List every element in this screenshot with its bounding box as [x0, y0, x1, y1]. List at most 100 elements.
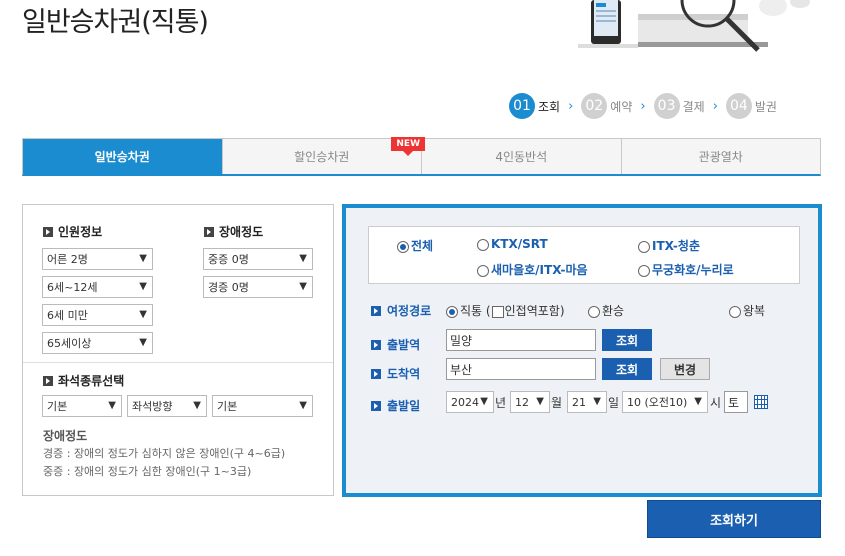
chevron-down-icon: ▼ — [139, 253, 147, 264]
arrival-label-text: 도착역 — [387, 367, 421, 381]
bullet-icon — [43, 226, 53, 237]
step-label: 조회 — [538, 99, 561, 114]
bullet-icon — [43, 375, 53, 386]
severe-disability-select[interactable]: 중증 0명 ▼ — [203, 248, 313, 270]
train-type-saemaeul-option[interactable]: 새마을호/ITX-마음 — [477, 261, 588, 278]
radio-icon[interactable] — [638, 240, 650, 253]
disability-heading-label: 장애정도 — [219, 225, 264, 239]
train-type-itx-chungchun-option[interactable]: ITX-청춘 — [638, 237, 700, 254]
option-label: 새마을호/ITX-마음 — [491, 263, 588, 277]
route-transfer-option[interactable]: 환승 — [588, 302, 624, 319]
tab-general-ticket[interactable]: 일반승차권 — [23, 139, 223, 174]
passenger-heading-label: 인원정보 — [58, 225, 103, 239]
hour-select[interactable]: 10 (오전10) ▼ — [622, 391, 708, 413]
chevron-down-icon: ▼ — [694, 396, 702, 407]
calendar-icon[interactable] — [754, 395, 768, 409]
step-number: 03 — [653, 93, 680, 119]
radio-icon[interactable] — [477, 264, 489, 277]
select-value: 기본 — [47, 400, 68, 413]
disability-note-mild: 경증 : 장애의 정도가 심하지 않은 장애인(구 4~6급) — [43, 447, 286, 460]
seat-heading-label: 좌석종류선택 — [58, 374, 125, 388]
chevron-down-icon: ▼ — [536, 396, 544, 407]
train-type-all-option[interactable]: 전체 — [397, 237, 433, 254]
select-value: 65세이상 — [47, 337, 92, 350]
tab-label: 할인승차권 — [294, 150, 350, 164]
route-direct-option[interactable]: 직통 (인접역포함) — [446, 302, 565, 319]
search-panel: 전체 KTX/SRT ITX-청춘 새마을호/ITX-마음 무궁화호/누리로 여… — [342, 204, 822, 497]
seat-option-select[interactable]: 기본 ▼ — [212, 395, 313, 417]
departure-label-text: 출발역 — [387, 338, 421, 352]
select-value: 좌석방향 — [132, 400, 173, 413]
radio-selected-icon[interactable] — [397, 240, 409, 253]
option-label: 전체 — [411, 239, 434, 253]
weekday-display: 토 — [724, 391, 748, 413]
departure-search-button[interactable]: 조회 — [602, 329, 652, 351]
disability-note-severe: 중증 : 장애의 정도가 심한 장애인(구 1~3급) — [43, 465, 252, 478]
radio-selected-icon[interactable] — [446, 305, 458, 318]
train-type-box: 전체 KTX/SRT ITX-청춘 새마을호/ITX-마음 무궁화호/누리로 — [368, 226, 800, 284]
route-roundtrip-option[interactable]: 왕복 — [729, 302, 765, 319]
select-value: 6세~12세 — [47, 281, 98, 294]
year-select[interactable]: 2024 ▼ — [446, 391, 494, 413]
seat-type-select[interactable]: 기본 ▼ — [42, 395, 122, 417]
tab-discount-ticket[interactable]: 할인승차권 NEW — [223, 137, 425, 174]
year-unit: 년 — [495, 396, 507, 410]
chevron-right-icon: › — [568, 98, 574, 114]
arrival-station-input[interactable]: 부산 — [446, 358, 596, 380]
radio-icon[interactable] — [729, 305, 741, 318]
bullet-icon — [371, 339, 381, 350]
option-label: 왕복 — [743, 304, 766, 318]
day-unit: 일 — [608, 396, 620, 410]
infant-count-select[interactable]: 6세 미만 ▼ — [42, 304, 153, 326]
radio-icon[interactable] — [638, 264, 650, 277]
departure-station-input[interactable]: 밀양 — [446, 329, 596, 351]
mild-disability-select[interactable]: 경증 0명 ▼ — [203, 276, 313, 298]
adjacent-station-label: 인접역포함 — [504, 304, 560, 318]
page-title: 일반승차권(직통) — [22, 7, 209, 38]
date-label: 출발일 — [371, 397, 420, 414]
bullet-icon — [371, 368, 381, 379]
select-value: 중증 0명 — [208, 253, 249, 266]
chevron-down-icon: ▼ — [139, 337, 147, 348]
disability-heading: 장애정도 — [204, 223, 263, 240]
chevron-right-icon: › — [640, 98, 646, 114]
chevron-down-icon: ▼ — [139, 309, 147, 320]
day-select[interactable]: 21 ▼ — [567, 391, 607, 413]
adjacent-station-checkbox[interactable] — [491, 305, 504, 318]
divider — [23, 362, 333, 363]
chevron-down-icon: ▼ — [299, 400, 307, 411]
ticket-type-tabs: 일반승차권 할인승차권 NEW 4인동반석 관광열차 — [22, 137, 821, 176]
date-label-text: 출발일 — [387, 399, 421, 413]
select-value: 10 (오전10) — [627, 396, 688, 409]
tab-tourist-train[interactable]: 관광열차 — [622, 139, 821, 174]
seat-direction-select[interactable]: 좌석방향 ▼ — [127, 395, 207, 417]
radio-icon[interactable] — [588, 305, 600, 318]
swap-stations-button[interactable]: 변경 — [660, 358, 710, 380]
passenger-heading: 인원정보 — [43, 223, 102, 240]
seat-heading: 좌석종류선택 — [43, 372, 124, 389]
disability-note-heading: 장애정도 — [43, 429, 88, 443]
tab-family-seat[interactable]: 4인동반석 — [422, 139, 622, 174]
arrival-label: 도착역 — [371, 365, 420, 382]
month-select[interactable]: 12 ▼ — [510, 391, 550, 413]
step-2: 02 예약 › — [581, 93, 646, 119]
senior-count-select[interactable]: 65세이상 ▼ — [42, 332, 153, 354]
bullet-icon — [371, 400, 381, 411]
route-label: 여정경로 — [371, 302, 431, 319]
step-number: 01 — [509, 93, 535, 119]
select-value: 21 — [572, 395, 586, 409]
radio-icon[interactable] — [477, 238, 489, 251]
arrival-search-button[interactable]: 조회 — [602, 358, 652, 380]
route-label-text: 여정경로 — [387, 304, 432, 318]
option-label: ITX-청춘 — [652, 239, 700, 253]
adult-count-select[interactable]: 어른 2명 ▼ — [42, 248, 153, 270]
train-type-ktx-option[interactable]: KTX/SRT — [477, 237, 548, 251]
child-count-select[interactable]: 6세~12세 ▼ — [42, 276, 153, 298]
option-label: 무궁화호/누리로 — [652, 263, 734, 277]
chevron-down-icon: ▼ — [593, 396, 601, 407]
train-type-mugunghwa-option[interactable]: 무궁화호/누리로 — [638, 261, 734, 278]
search-submit-button[interactable]: 조회하기 — [647, 500, 821, 538]
step-label: 결제 — [682, 99, 705, 114]
step-4: 04 발권 — [725, 93, 777, 119]
chevron-down-icon: ▼ — [108, 400, 116, 411]
